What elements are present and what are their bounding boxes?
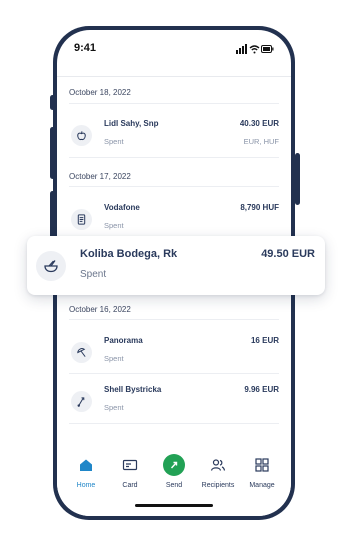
nav-label: Manage xyxy=(249,482,275,489)
status-time: 9:41 xyxy=(74,42,97,54)
home-icon xyxy=(80,459,92,471)
send-icon xyxy=(163,454,185,476)
transaction-amount: 16 EUR xyxy=(250,336,279,345)
umbrella-icon xyxy=(71,342,92,363)
wifi-icon xyxy=(249,45,260,54)
divider xyxy=(69,423,279,424)
header-divider xyxy=(57,76,291,77)
transaction-status: Spent xyxy=(80,269,107,280)
transaction-currency: EUR, HUF xyxy=(243,137,279,146)
apple-icon xyxy=(71,125,92,146)
highlighted-transaction-card[interactable]: Koliba Bodega, Rk Spent 49.50 EUR xyxy=(27,236,325,295)
nav-home[interactable]: Home xyxy=(63,454,109,489)
transaction-name: Shell Bystricka xyxy=(104,385,162,394)
receipt-icon xyxy=(71,209,92,230)
nav-manage[interactable]: Manage xyxy=(239,454,285,489)
transaction-amount: 9.96 EUR xyxy=(244,385,279,394)
transaction-status: Spent xyxy=(104,354,124,363)
date-header: October 18, 2022 xyxy=(69,88,131,97)
transaction-row[interactable]: Shell Bystricka Spent 9.96 EUR xyxy=(69,385,279,423)
transaction-amount: 40.30 EUR xyxy=(239,119,279,128)
nav-card[interactable]: Card xyxy=(107,454,153,489)
nav-send[interactable]: Send xyxy=(151,454,197,489)
status-icons xyxy=(236,44,274,54)
transaction-status: Spent xyxy=(104,221,124,230)
nav-label: Home xyxy=(76,482,96,489)
battery-icon xyxy=(261,45,274,53)
grid-icon xyxy=(255,458,269,472)
power-button xyxy=(295,153,300,205)
transaction-amount: 8,790 HUF xyxy=(240,203,279,212)
fuel-icon xyxy=(71,391,92,412)
transaction-row[interactable]: Lidl Sahy, Snp Spent 40.30 EUR EUR, HUF xyxy=(69,119,279,157)
nav-label: Send xyxy=(165,482,183,489)
divider xyxy=(69,103,279,104)
transaction-name: Panorama xyxy=(104,336,143,345)
date-header: October 16, 2022 xyxy=(69,305,131,314)
home-indicator xyxy=(135,504,213,507)
date-header: October 17, 2022 xyxy=(69,172,131,181)
transaction-row[interactable]: Panorama Spent 16 EUR xyxy=(69,336,279,374)
divider xyxy=(69,186,279,187)
transaction-amount: 49.50 EUR xyxy=(261,248,315,260)
bowl-icon xyxy=(36,251,66,281)
transaction-status: Spent xyxy=(104,403,124,412)
transaction-status: Spent xyxy=(104,137,124,146)
nav-label: Recipients xyxy=(201,482,235,489)
nav-label: Card xyxy=(122,482,138,489)
transaction-name: Koliba Bodega, Rk xyxy=(80,248,178,260)
divider xyxy=(69,373,279,374)
signal-icon xyxy=(236,44,247,54)
transaction-name: Lidl Sahy, Snp xyxy=(104,119,159,128)
divider xyxy=(69,319,279,320)
divider xyxy=(69,157,279,158)
recipients-icon xyxy=(210,459,226,471)
transaction-name: Vodafone xyxy=(104,203,140,212)
status-bar: 9:41 xyxy=(57,30,291,70)
nav-recipients[interactable]: Recipients xyxy=(195,454,241,489)
card-icon xyxy=(122,459,138,471)
